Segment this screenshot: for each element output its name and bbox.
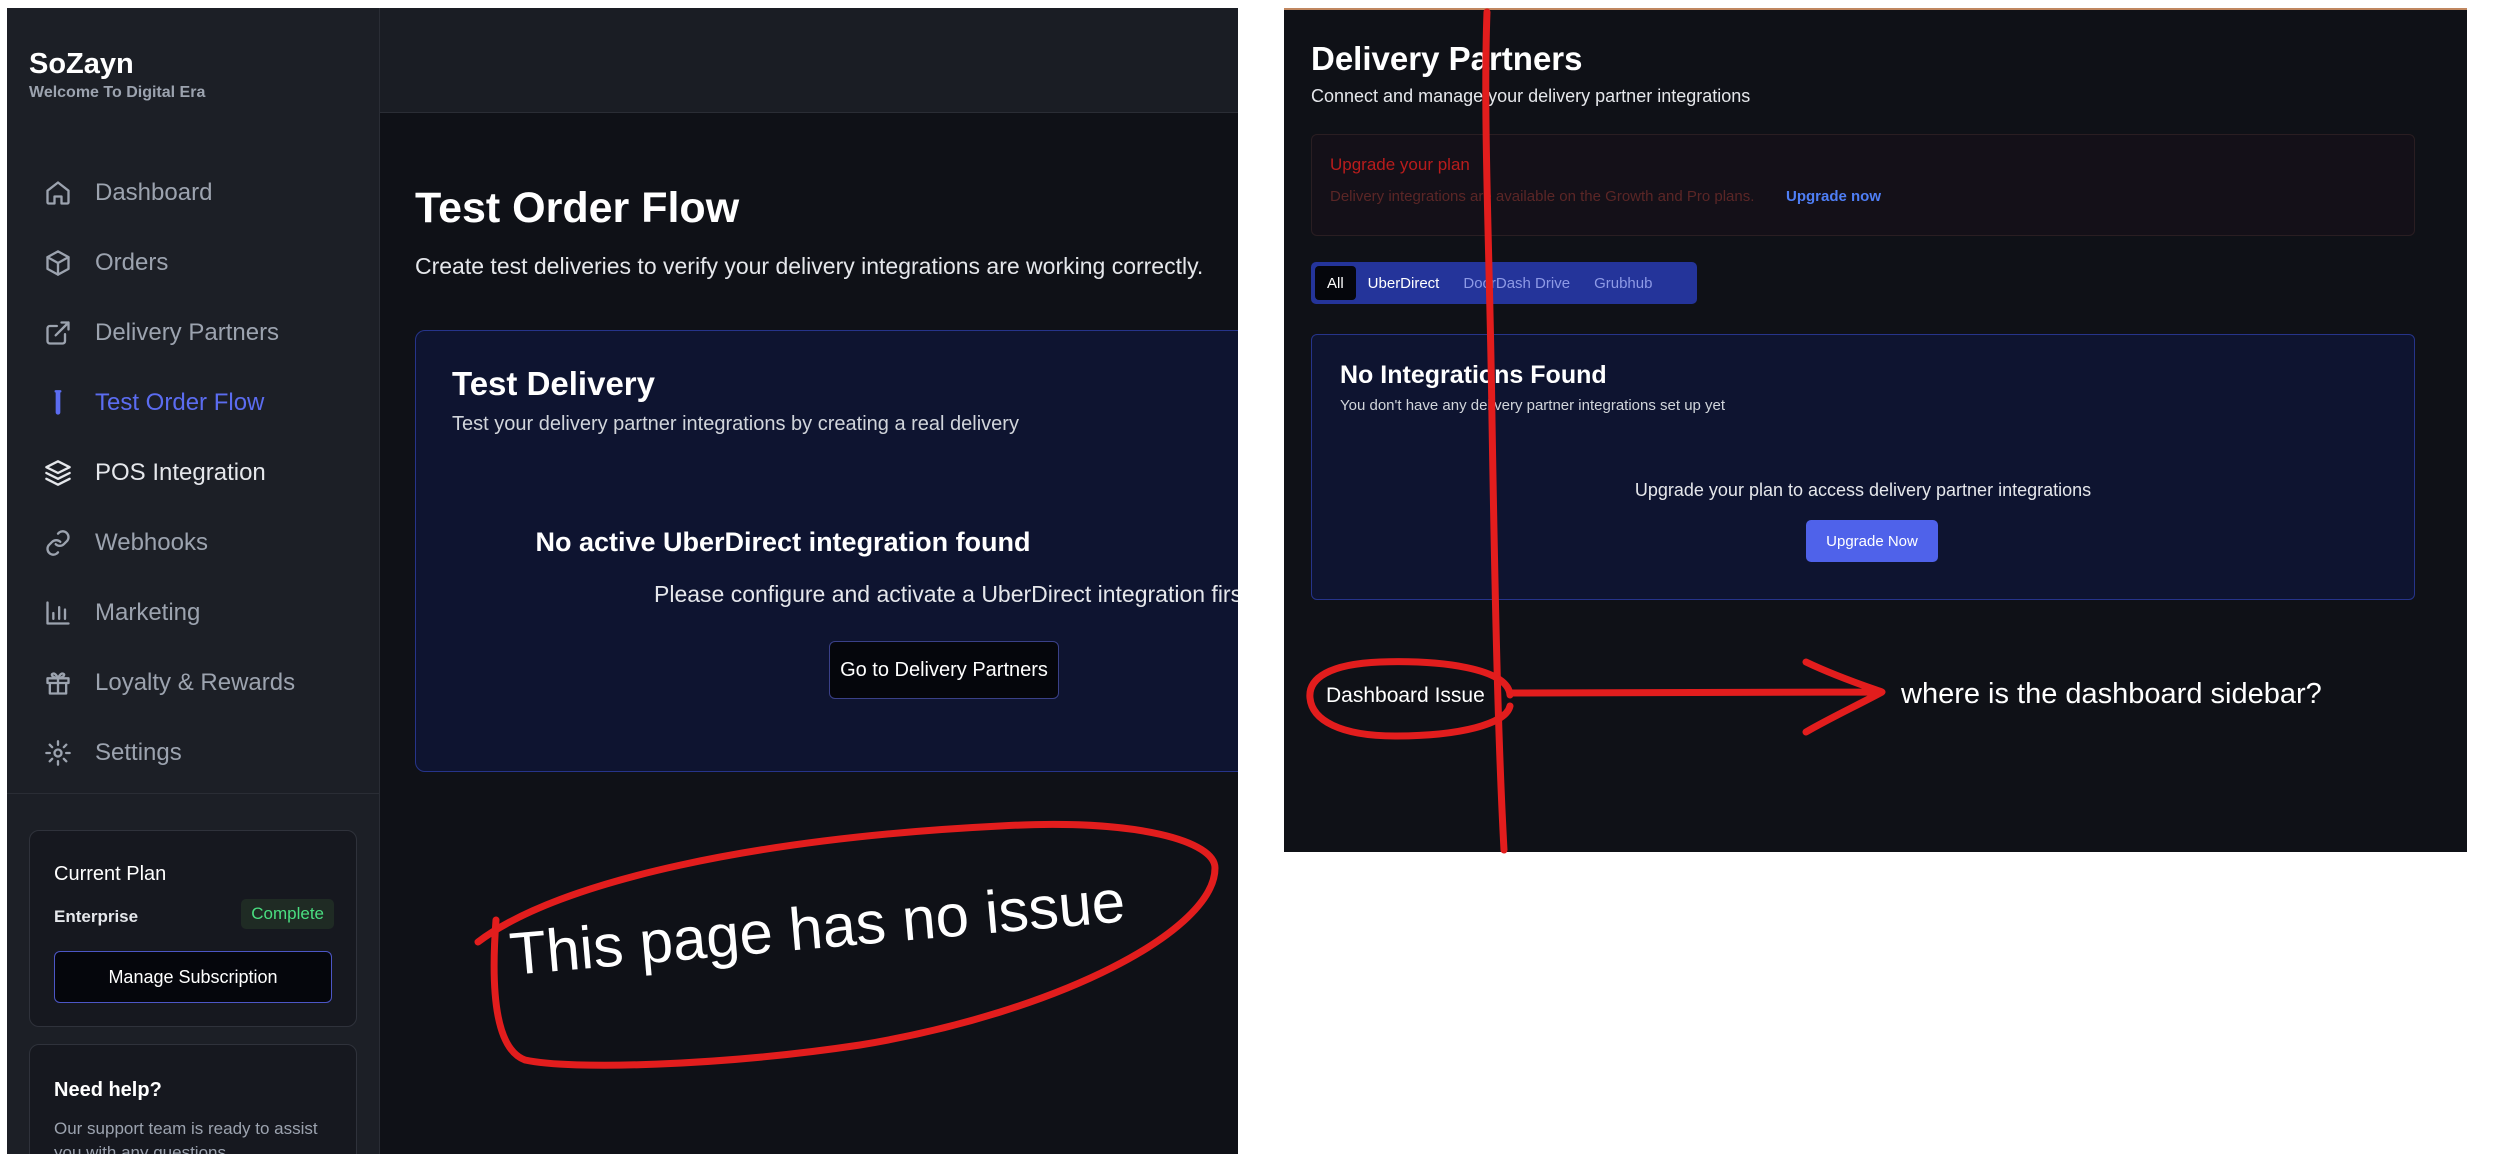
- upgrade-alert-text: Delivery integrations are available on t…: [1330, 188, 1755, 205]
- sidebar-item-pos-integration[interactable]: POS Integration: [43, 448, 363, 498]
- page-title: Test Order Flow: [415, 184, 740, 232]
- tab-doordash-drive[interactable]: DoorDash Drive: [1451, 266, 1582, 300]
- card-title: No Integrations Found: [1340, 361, 1607, 389]
- external-link-icon: [43, 318, 73, 348]
- plan-title: Current Plan: [54, 863, 167, 885]
- sidebar-item-loyalty-rewards[interactable]: Loyalty & Rewards: [43, 658, 363, 708]
- sidebar-item-label: Delivery Partners: [95, 319, 280, 346]
- link-icon: [43, 528, 73, 558]
- sidebar-item-label: Dashboard: [95, 179, 213, 206]
- partner-tabs: All UberDirect DoorDash Drive Grubhub: [1311, 262, 1697, 304]
- sidebar-item-label: POS Integration: [95, 459, 266, 486]
- brand-tagline: Welcome To Digital Era: [29, 84, 206, 101]
- plan-name: Enterprise: [54, 907, 139, 926]
- upgrade-alert-title: Upgrade your plan: [1330, 155, 1470, 174]
- card-subtitle: Test your delivery partner integrations …: [452, 413, 1019, 435]
- test-delivery-card: Test Delivery Test your delivery partner…: [415, 330, 1238, 772]
- current-plan-card: Current Plan Enterprise Complete Manage …: [29, 830, 357, 1027]
- gear-icon: [43, 738, 73, 768]
- sidebar-item-webhooks[interactable]: Webhooks: [43, 518, 363, 568]
- test-tube-icon: [43, 388, 73, 418]
- status-badge: Complete: [241, 899, 334, 929]
- sidebar-divider: [7, 793, 379, 794]
- sidebar-item-orders[interactable]: Orders: [43, 238, 363, 288]
- sidebar-item-label: Marketing: [95, 599, 201, 626]
- card-subtitle: You don't have any delivery partner inte…: [1340, 397, 1726, 414]
- help-text: Our support team is ready to assist you …: [54, 1119, 318, 1154]
- page-subtitle: Connect and manage your delivery partner…: [1311, 86, 1751, 106]
- sidebar-item-settings[interactable]: Settings: [43, 728, 363, 778]
- sidebar-item-label: Orders: [95, 249, 169, 276]
- tab-all[interactable]: All: [1315, 266, 1356, 300]
- sidebar-item-dashboard[interactable]: Dashboard: [43, 168, 363, 218]
- top-bar: [380, 8, 1238, 113]
- bar-chart-icon: [43, 598, 73, 628]
- dashboard-issue-label: Dashboard Issue: [1326, 684, 1485, 707]
- sidebar: SoZayn Welcome To Digital Era Dashboard …: [7, 8, 380, 1154]
- sidebar-item-marketing[interactable]: Marketing: [43, 588, 363, 638]
- delivery-partners-screenshot: Delivery Partners Connect and manage you…: [1284, 8, 2467, 852]
- sidebar-item-delivery-partners[interactable]: Delivery Partners: [43, 308, 363, 358]
- help-card: Need help? Our support team is ready to …: [29, 1044, 357, 1154]
- layers-icon: [43, 458, 73, 488]
- brand-name: SoZayn: [29, 48, 134, 80]
- page-title: Delivery Partners: [1311, 40, 1583, 77]
- card-title: Test Delivery: [452, 365, 655, 402]
- page-subtitle: Create test deliveries to verify your de…: [415, 253, 1204, 279]
- help-title: Need help?: [54, 1079, 162, 1101]
- empty-state-heading: No active UberDirect integration found: [535, 527, 1031, 557]
- sidebar-item-label: Test Order Flow: [95, 389, 265, 416]
- home-icon: [43, 178, 73, 208]
- no-integrations-card: No Integrations Found You don't have any…: [1311, 334, 2415, 600]
- manage-subscription-button[interactable]: Manage Subscription: [54, 951, 332, 1003]
- upgrade-now-button[interactable]: Upgrade Now: [1806, 520, 1938, 562]
- sidebar-question-annotation: where is the dashboard sidebar?: [1901, 678, 2322, 710]
- go-to-delivery-partners-button[interactable]: Go to Delivery Partners: [829, 641, 1059, 699]
- box-icon: [43, 248, 73, 278]
- sidebar-item-label: Loyalty & Rewards: [95, 669, 296, 696]
- tab-grubhub[interactable]: Grubhub: [1582, 266, 1664, 300]
- test-order-flow-screenshot: SoZayn Welcome To Digital Era Dashboard …: [7, 8, 1238, 1154]
- sidebar-item-test-order-flow[interactable]: Test Order Flow: [43, 378, 363, 428]
- empty-state-message: Upgrade your plan to access delivery par…: [1634, 480, 2092, 500]
- sidebar-item-label: Settings: [95, 739, 182, 766]
- sidebar-item-label: Webhooks: [95, 529, 208, 556]
- upgrade-alert: Upgrade your plan Delivery integrations …: [1311, 134, 2415, 236]
- gift-icon: [43, 668, 73, 698]
- upgrade-now-link[interactable]: Upgrade now: [1786, 188, 1881, 205]
- empty-state-message: Please configure and activate a UberDire…: [654, 581, 1238, 607]
- tab-uberdirect[interactable]: UberDirect: [1356, 266, 1452, 300]
